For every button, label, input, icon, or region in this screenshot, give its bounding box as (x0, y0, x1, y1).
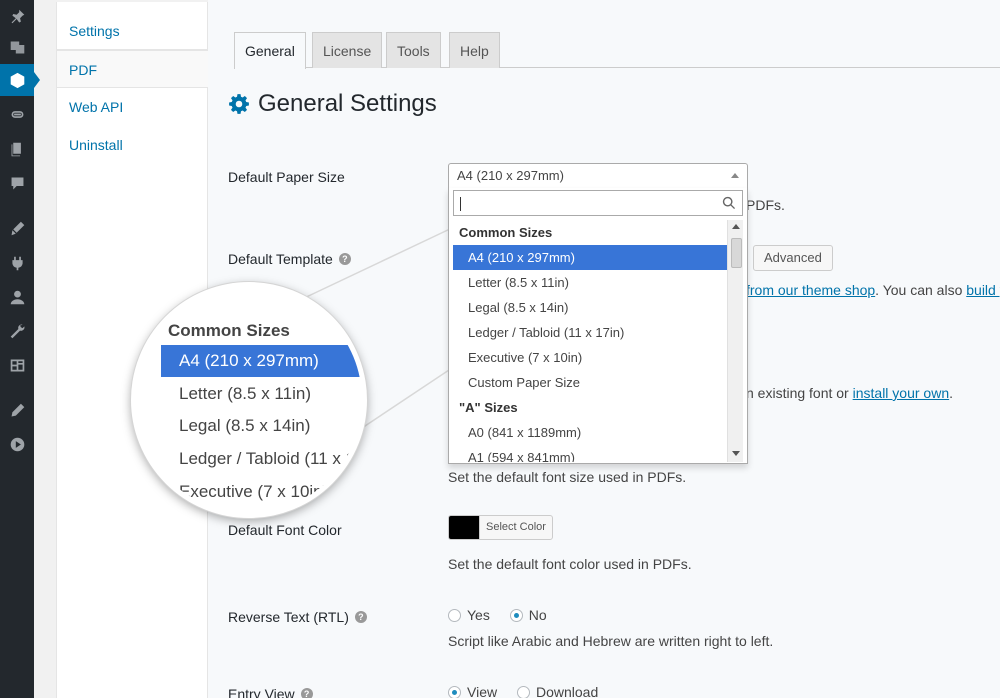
active-menu-notch (34, 72, 40, 88)
paper-size-label-text: Default Paper Size (228, 169, 345, 185)
magnifier-option: Executive (7 x 10in) (179, 482, 329, 501)
template-desc-mid: . You can also (875, 282, 967, 298)
paper-size-label: Default Paper Size (228, 169, 345, 185)
forms-icon[interactable] (0, 64, 34, 96)
dropdown-option[interactable]: A1 (594 x 841mm) (453, 445, 727, 462)
tab-tools[interactable]: Tools (386, 32, 441, 68)
tab-help[interactable]: Help (449, 32, 500, 68)
tab-bar: General License Tools Help (234, 32, 1000, 69)
radio-view-label: View (467, 684, 498, 698)
color-swatch[interactable] (449, 516, 479, 539)
link-icon[interactable] (0, 98, 34, 130)
dropdown-option[interactable]: Custom Paper Size (453, 370, 727, 395)
rtl-no-option[interactable]: No (509, 607, 547, 623)
dropdown-option[interactable]: Ledger / Tabloid (11 x 17in) (453, 320, 727, 345)
radio-view[interactable] (448, 685, 461, 698)
dropdown-option[interactable]: Executive (7 x 10in) (453, 345, 727, 370)
font-color-label-text: Default Font Color (228, 522, 342, 538)
font-desc-prefix: n existing font or (746, 385, 853, 401)
entry-view-label-text: Entry View (228, 686, 295, 698)
sidenav-item-uninstall[interactable]: Uninstall (57, 126, 208, 164)
entry-view-options: View Download (448, 684, 614, 698)
radio-yes[interactable] (448, 608, 461, 622)
settings-icon[interactable] (0, 349, 34, 381)
page-title-text: General Settings (258, 90, 437, 117)
paper-size-select[interactable]: A4 (210 x 297mm) (448, 163, 748, 189)
admin-menu-bar (0, 0, 40, 698)
scroll-thumb[interactable] (731, 238, 742, 268)
magnifier-option: Letter (8.5 x 11in) (179, 384, 311, 403)
dropdown-option[interactable]: A0 (841 x 1189mm) (453, 420, 727, 445)
tab-general[interactable]: General (234, 32, 306, 69)
magnifier-group-header: Common Sizes (168, 321, 290, 340)
help-icon[interactable]: ? (338, 253, 351, 265)
magnifier-option: Legal (8.5 x 14in) (179, 416, 311, 435)
template-label: Default Template ? (228, 251, 351, 267)
rtl-desc: Script like Arabic and Hebrew are writte… (448, 633, 774, 649)
zoom-magnifier: Common Sizes A4 (210 x 297mm) Letter (8.… (131, 282, 367, 518)
theme-shop-link[interactable]: from our theme shop (746, 282, 875, 298)
entry-view-label: Entry View ? (228, 686, 313, 698)
advanced-button[interactable]: Advanced (753, 245, 833, 271)
dropdown-option[interactable]: Legal (8.5 x 14in) (453, 295, 727, 320)
paper-size-select-value: A4 (210 x 297mm) (457, 168, 564, 183)
entry-view-download-option[interactable]: Download (516, 684, 599, 698)
help-icon[interactable]: ? (354, 611, 367, 623)
radio-download-label: Download (535, 684, 599, 698)
users-icon[interactable] (0, 281, 34, 313)
template-label-text: Default Template (228, 251, 333, 267)
text-cursor (460, 197, 461, 211)
dropdown-search-input[interactable] (453, 190, 743, 216)
edit-icon[interactable] (0, 394, 34, 426)
font-size-desc: Set the default font size used in PDFs. (448, 469, 687, 485)
appearance-icon[interactable] (0, 212, 34, 244)
tab-license[interactable]: License (312, 32, 383, 68)
sidenav-item-pdf[interactable]: PDF (57, 50, 208, 88)
sidenav-item-settings[interactable]: Settings (57, 12, 208, 50)
select-color-button[interactable]: Select Color (479, 516, 552, 539)
radio-no[interactable] (509, 608, 523, 622)
magnifier-option: A4 (210 x 297mm) (161, 345, 362, 377)
media-icon[interactable] (0, 31, 34, 63)
plugins-icon[interactable] (0, 247, 34, 279)
font-desc: n existing font or install your own. (746, 385, 953, 401)
page-title: General Settings (228, 90, 437, 118)
build-your-own-link[interactable]: build y (966, 282, 1000, 298)
rtl-options: Yes No (448, 607, 563, 625)
rtl-label-text: Reverse Text (RTL) (228, 609, 349, 625)
template-desc: from our theme shop. You can also build … (746, 282, 1000, 298)
radio-yes-label: Yes (467, 607, 490, 623)
dropdown-group-header: Common Sizes (459, 225, 553, 240)
scroll-down-icon[interactable] (732, 451, 740, 456)
entry-view-view-option[interactable]: View (448, 684, 497, 698)
pages-icon[interactable] (0, 133, 34, 165)
comments-icon[interactable] (0, 167, 34, 199)
rtl-label: Reverse Text (RTL) ? (228, 609, 367, 625)
dropdown-list: Common Sizes A4 (210 x 297mm) Letter (8.… (453, 220, 727, 462)
sidenav-item-web-api[interactable]: Web API (57, 88, 208, 126)
pin-icon[interactable] (0, 0, 34, 32)
rtl-yes-option[interactable]: Yes (448, 607, 490, 623)
tools-icon[interactable] (0, 315, 34, 347)
font-color-label: Default Font Color (228, 522, 342, 538)
install-font-link[interactable]: install your own (853, 385, 950, 401)
radio-no-label: No (528, 607, 547, 623)
paper-size-dropdown: Common Sizes A4 (210 x 297mm) Letter (8.… (448, 188, 748, 464)
radio-download[interactable] (516, 685, 530, 698)
color-picker[interactable]: Select Color (448, 515, 553, 540)
gear-icon (229, 94, 249, 114)
dropdown-option[interactable]: A4 (210 x 297mm) (453, 245, 727, 270)
font-color-desc: Set the default font color used in PDFs. (448, 556, 692, 572)
chevron-up-icon[interactable] (731, 173, 739, 178)
paper-size-desc: PDFs. (746, 197, 785, 213)
search-icon (722, 196, 736, 210)
scroll-up-icon[interactable] (732, 224, 740, 229)
dropdown-option[interactable]: Letter (8.5 x 11in) (453, 270, 727, 295)
font-desc-suffix: . (949, 385, 954, 401)
play-icon[interactable] (0, 428, 34, 460)
help-icon[interactable]: ? (300, 688, 313, 698)
dropdown-scrollbar[interactable] (727, 220, 743, 462)
magnifier-option: Ledger / Tabloid (11 x 17in) (179, 449, 367, 468)
dropdown-group-header: "A" Sizes (459, 400, 518, 415)
